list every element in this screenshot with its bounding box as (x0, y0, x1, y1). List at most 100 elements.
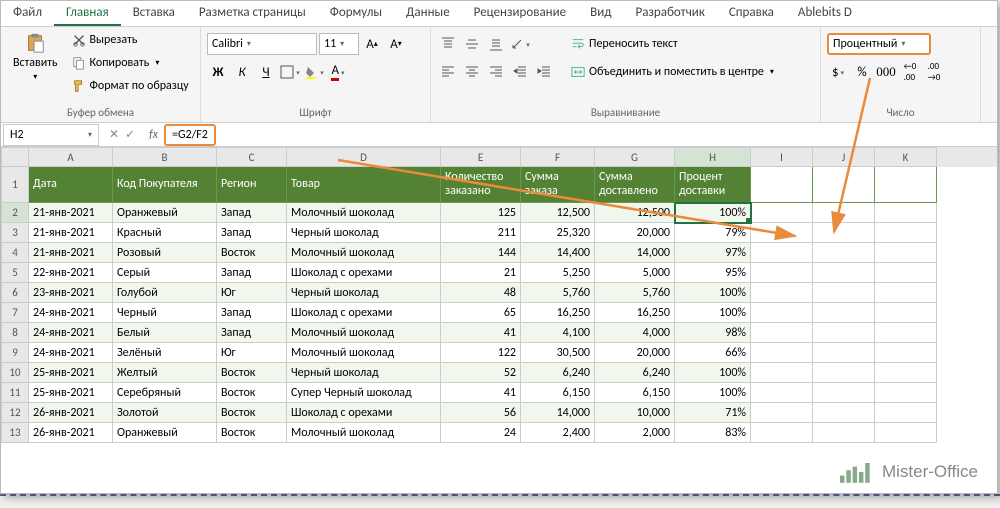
tab-ablebits-d[interactable]: Ablebits D (786, 1, 864, 26)
cell[interactable]: 14,400 (521, 243, 595, 263)
cell-empty[interactable] (813, 383, 875, 403)
cell[interactable]: 2,000 (595, 423, 675, 443)
align-left-icon[interactable] (437, 61, 459, 83)
cell[interactable]: Восток (217, 403, 287, 423)
cell-empty[interactable] (751, 323, 813, 343)
row-header-1[interactable]: 1 (1, 167, 29, 203)
decrease-indent-icon[interactable] (509, 61, 531, 83)
cell[interactable]: Шоколад с орехами (287, 403, 441, 423)
cell[interactable]: 16,250 (595, 303, 675, 323)
cell-empty[interactable] (813, 303, 875, 323)
cell-empty[interactable] (751, 203, 813, 223)
comma-format-icon[interactable]: 000 (875, 61, 897, 83)
name-box[interactable]: H2▾ (3, 124, 99, 146)
cell[interactable]: 20,000 (595, 223, 675, 243)
cell[interactable]: Восток (217, 243, 287, 263)
col-header-I[interactable]: I (751, 147, 813, 167)
cell-empty[interactable] (751, 167, 813, 203)
decrease-decimal-icon[interactable]: .00→0 (923, 61, 945, 83)
enter-formula-icon[interactable]: ✓ (125, 127, 135, 142)
font-color-button[interactable]: A (327, 61, 349, 83)
cell[interactable]: 71% (675, 403, 751, 423)
cell[interactable]: 79% (675, 223, 751, 243)
cell[interactable]: Запад (217, 203, 287, 223)
table-header[interactable]: Регион (217, 167, 287, 203)
merge-center-button[interactable]: Объединить и поместить в центре ▾ (567, 61, 778, 83)
col-header-A[interactable]: A (29, 147, 113, 167)
cell[interactable]: 20,000 (595, 343, 675, 363)
tab-главная[interactable]: Главная (54, 1, 121, 26)
cell[interactable]: 5,760 (521, 283, 595, 303)
row-header-3[interactable]: 3 (1, 223, 29, 243)
cell[interactable]: 41 (441, 323, 521, 343)
cell-empty[interactable] (875, 423, 937, 443)
cell[interactable]: Юг (217, 343, 287, 363)
cell-empty[interactable] (875, 383, 937, 403)
cell[interactable]: 21-янв-2021 (29, 203, 113, 223)
cell[interactable]: 83% (675, 423, 751, 443)
tab-вставка[interactable]: Вставка (121, 1, 187, 26)
cell[interactable]: 97% (675, 243, 751, 263)
cell-empty[interactable] (813, 323, 875, 343)
col-header-J[interactable]: J (813, 147, 875, 167)
cell-empty[interactable] (813, 343, 875, 363)
cell[interactable]: 10,000 (595, 403, 675, 423)
cell[interactable]: Молочный шоколад (287, 203, 441, 223)
cell[interactable]: Юг (217, 283, 287, 303)
cell[interactable]: 5,760 (595, 283, 675, 303)
cell[interactable]: 5,250 (521, 263, 595, 283)
cell-empty[interactable] (751, 343, 813, 363)
cell[interactable]: 100% (675, 203, 751, 223)
cell-empty[interactable] (875, 323, 937, 343)
cell[interactable]: 95% (675, 263, 751, 283)
cell[interactable]: 144 (441, 243, 521, 263)
cell[interactable]: 5,000 (595, 263, 675, 283)
format-painter-button[interactable]: Формат по образцу (68, 75, 193, 97)
cell-empty[interactable] (751, 283, 813, 303)
cell-empty[interactable] (751, 223, 813, 243)
cell[interactable]: 48 (441, 283, 521, 303)
select-all-corner[interactable] (1, 147, 29, 167)
wrap-text-button[interactable]: Переносить текст (567, 33, 778, 55)
cell[interactable]: 30,500 (521, 343, 595, 363)
cell[interactable]: 25-янв-2021 (29, 363, 113, 383)
tab-рецензирование[interactable]: Рецензирование (462, 1, 578, 26)
cut-button[interactable]: Вырезать (68, 29, 193, 51)
cell[interactable]: Шоколад с орехами (287, 303, 441, 323)
cancel-formula-icon[interactable]: ✕ (109, 127, 119, 142)
cell-empty[interactable] (751, 363, 813, 383)
cell[interactable]: 41 (441, 383, 521, 403)
cell[interactable]: 21 (441, 263, 521, 283)
tab-разработчик[interactable]: Разработчик (623, 1, 716, 26)
cell[interactable]: Оранжевый (113, 203, 217, 223)
row-header-7[interactable]: 7 (1, 303, 29, 323)
cell[interactable]: 100% (675, 283, 751, 303)
cell[interactable]: Восток (217, 383, 287, 403)
cell-empty[interactable] (813, 203, 875, 223)
cell-empty[interactable] (875, 263, 937, 283)
col-header-C[interactable]: C (217, 147, 287, 167)
cell-empty[interactable] (751, 403, 813, 423)
increase-font-icon[interactable]: A▴ (361, 33, 383, 55)
row-header-12[interactable]: 12 (1, 403, 29, 423)
cell[interactable]: 122 (441, 343, 521, 363)
formula-input[interactable]: =G2/F2 (164, 124, 997, 146)
cell[interactable]: 14,000 (595, 243, 675, 263)
cell[interactable]: 24-янв-2021 (29, 323, 113, 343)
copy-button[interactable]: Копировать ▾ (68, 52, 193, 74)
cell[interactable]: 21-янв-2021 (29, 223, 113, 243)
cell[interactable]: Запад (217, 263, 287, 283)
cell[interactable]: 4,100 (521, 323, 595, 343)
cell[interactable]: Серебряный (113, 383, 217, 403)
cell[interactable]: 6,150 (521, 383, 595, 403)
cell[interactable]: Молочный шоколад (287, 343, 441, 363)
accounting-format-icon[interactable]: $ (827, 61, 849, 83)
cell[interactable]: 12,500 (521, 203, 595, 223)
row-header-2[interactable]: 2 (1, 203, 29, 223)
row-header-4[interactable]: 4 (1, 243, 29, 263)
cell-empty[interactable] (813, 243, 875, 263)
cell-empty[interactable] (813, 423, 875, 443)
cell-empty[interactable] (875, 167, 937, 203)
cell[interactable]: Шоколад с орехами (287, 263, 441, 283)
col-header-B[interactable]: B (113, 147, 217, 167)
